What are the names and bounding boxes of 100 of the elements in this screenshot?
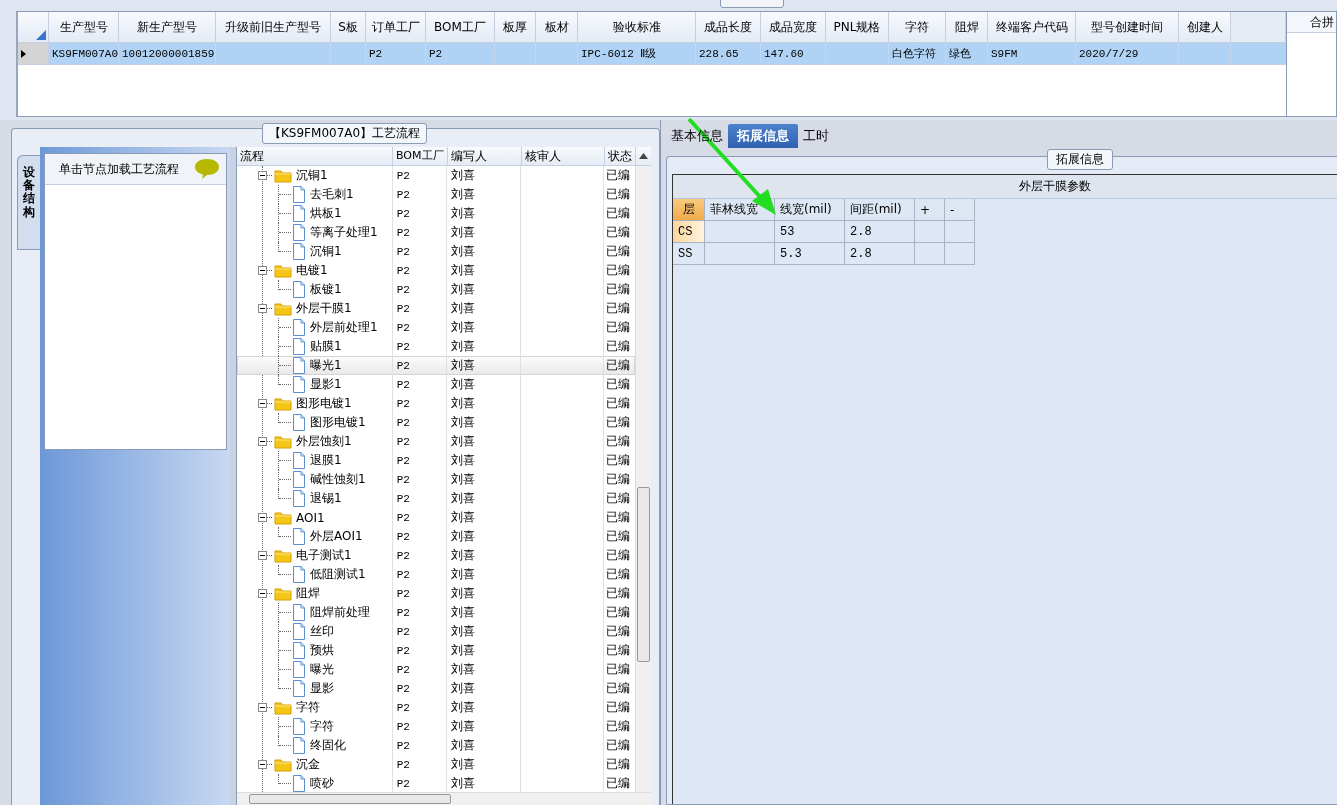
table-cell: 已编 xyxy=(606,433,631,450)
collapse-icon[interactable] xyxy=(258,266,267,275)
collapse-icon[interactable] xyxy=(258,304,267,313)
tree-row[interactable]: 曝光 P2 刘喜 已编 xyxy=(237,660,635,679)
tree-row[interactable]: 阻焊 P2 刘喜 已编 xyxy=(237,584,635,603)
table-cell: 已编 xyxy=(606,718,631,735)
tree-row[interactable]: 丝印 P2 刘喜 已编 xyxy=(237,622,635,641)
tree-row[interactable]: 预烘 P2 刘喜 已编 xyxy=(237,641,635,660)
tree-row[interactable]: 退锡1 P2 刘喜 已编 xyxy=(237,489,635,508)
column-header[interactable]: 间距(mil) xyxy=(845,199,915,221)
table-cell: 147.60 xyxy=(764,47,804,60)
collapse-icon[interactable] xyxy=(258,760,267,769)
collapse-icon[interactable] xyxy=(258,551,267,560)
table-cell: P2 xyxy=(396,169,410,182)
tree-row[interactable]: 退膜1 P2 刘喜 已编 xyxy=(237,451,635,470)
document-icon xyxy=(292,414,306,431)
tree-row[interactable]: 终固化 P2 刘喜 已编 xyxy=(237,736,635,755)
tab[interactable]: 拓展信息 xyxy=(728,124,798,148)
tree-row[interactable]: 电子测试1 P2 刘喜 已编 xyxy=(237,546,635,565)
tree-row[interactable]: 外层AOI1 P2 刘喜 已编 xyxy=(237,527,635,546)
tree-row[interactable]: 阻焊前处理 P2 刘喜 已编 xyxy=(237,603,635,622)
tree-row[interactable]: 烘板1 P2 刘喜 已编 xyxy=(237,204,635,223)
collapse-icon[interactable] xyxy=(258,703,267,712)
column-header[interactable]: BOM工厂 xyxy=(393,147,448,165)
vertical-tab[interactable]: 设备结构 xyxy=(17,155,40,250)
column-header[interactable]: - xyxy=(945,199,975,221)
tree-row[interactable]: 沉铜1 P2 刘喜 已编 xyxy=(237,242,635,261)
collapse-icon[interactable] xyxy=(258,399,267,408)
table-cell: P2 xyxy=(396,454,410,467)
tree-row[interactable]: 沉铜1 P2 刘喜 已编 xyxy=(237,166,635,185)
table-cell-text: 白色字符 xyxy=(892,47,936,61)
column-header[interactable]: 层 xyxy=(673,199,705,221)
table-cell: 刘喜 xyxy=(451,433,476,450)
collapse-icon[interactable] xyxy=(258,437,267,446)
tree-row[interactable]: 低阻测试1 P2 刘喜 已编 xyxy=(237,565,635,584)
tree-row[interactable]: 字符 P2 刘喜 已编 xyxy=(237,717,635,736)
collapse-icon[interactable] xyxy=(258,513,267,522)
tree-row[interactable]: 曝光1 P2 刘喜 已编 xyxy=(237,356,635,375)
table-cell xyxy=(915,243,945,265)
collapse-icon[interactable] xyxy=(258,171,267,180)
column-header[interactable]: 线宽(mil) xyxy=(775,199,845,221)
speech-bubble-icon xyxy=(194,158,220,180)
column-header[interactable]: + xyxy=(915,199,945,221)
column-header[interactable]: 核审人 xyxy=(522,147,605,165)
folder-icon xyxy=(274,757,292,772)
table-cell: 53 xyxy=(775,221,845,243)
table-cell: P2 xyxy=(429,47,443,60)
table-cell: 已编 xyxy=(606,642,631,659)
tree-row[interactable]: 外层前处理1 P2 刘喜 已编 xyxy=(237,318,635,337)
table-cell: 10012000001859 xyxy=(122,47,215,60)
node-label: 烘板1 xyxy=(310,205,342,222)
table-cell: 刘喜 xyxy=(451,319,476,336)
table-cell: 已编 xyxy=(606,604,631,621)
grid-row[interactable]: KS9FM007A0 10012000001859 P2 P2 IPC-6012 Ⅱ级 228.65 147.60 白色字符 绿色 S9FM 2020/7/29 xyxy=(18,43,1286,65)
table-cell: 刘喜 xyxy=(451,756,476,773)
tree-row[interactable]: 碱性蚀刻1 P2 刘喜 已编 xyxy=(237,470,635,489)
folder-icon xyxy=(274,434,292,449)
node-label: 沉金 xyxy=(296,756,320,773)
tree-row[interactable]: 电镀1 P2 刘喜 已编 xyxy=(237,261,635,280)
table-cell: 刘喜 xyxy=(451,452,476,469)
table-cell: P2 xyxy=(396,549,410,562)
tree-row[interactable]: 图形电镀1 P2 刘喜 已编 xyxy=(237,413,635,432)
collapse-icon[interactable] xyxy=(258,589,267,598)
tree-row[interactable]: 显影 P2 刘喜 已编 xyxy=(237,679,635,698)
scroll-up-icon[interactable] xyxy=(639,153,648,159)
column-header[interactable]: 状态 xyxy=(605,147,636,165)
tab[interactable]: 工时 xyxy=(798,124,834,148)
node-label: 外层蚀刻1 xyxy=(296,433,352,450)
table-cell: 已编 xyxy=(606,357,631,374)
tree-row[interactable]: 外层干膜1 P2 刘喜 已编 xyxy=(237,299,635,318)
tree-row[interactable]: 去毛刺1 P2 刘喜 已编 xyxy=(237,185,635,204)
document-icon xyxy=(292,490,306,507)
column-header[interactable]: 合拼 xyxy=(1287,12,1336,33)
document-icon xyxy=(292,566,306,583)
tree-row[interactable]: 等离子处理1 P2 刘喜 已编 xyxy=(237,223,635,242)
document-icon xyxy=(292,243,306,260)
tree-row[interactable]: 外层蚀刻1 P2 刘喜 已编 xyxy=(237,432,635,451)
tree-row[interactable]: 图形电镀1 P2 刘喜 已编 xyxy=(237,394,635,413)
table-cell: P2 xyxy=(396,492,410,505)
vertical-scrollbar[interactable] xyxy=(635,166,651,792)
table-cell: 刘喜 xyxy=(451,224,476,241)
horizontal-scrollbar[interactable] xyxy=(237,792,651,805)
node-label: 曝光 xyxy=(310,661,334,678)
tree-row[interactable]: AOI1 P2 刘喜 已编 xyxy=(237,508,635,527)
table-cell: P2 xyxy=(396,359,410,372)
folder-icon xyxy=(274,168,292,183)
tree-row[interactable]: 字符 P2 刘喜 已编 xyxy=(237,698,635,717)
tree-row[interactable]: 沉金 P2 刘喜 已编 xyxy=(237,755,635,774)
table-cell: 已编 xyxy=(606,471,631,488)
tree-row[interactable]: 板镀1 P2 刘喜 已编 xyxy=(237,280,635,299)
table-cell xyxy=(945,221,975,243)
tree-row[interactable]: 显影1 P2 刘喜 已编 xyxy=(237,375,635,394)
column-header[interactable]: 编写人 xyxy=(448,147,522,165)
table-cell: 刘喜 xyxy=(451,281,476,298)
table-title: 外层干膜参数 xyxy=(673,175,1337,199)
table-cell: KS9FM007A0 xyxy=(52,47,118,60)
table-cell-text: IPC-6012 Ⅱ级 xyxy=(581,47,657,61)
document-icon xyxy=(292,642,306,659)
node-label: 退膜1 xyxy=(310,452,342,469)
column-header[interactable]: 流程 xyxy=(237,147,393,165)
